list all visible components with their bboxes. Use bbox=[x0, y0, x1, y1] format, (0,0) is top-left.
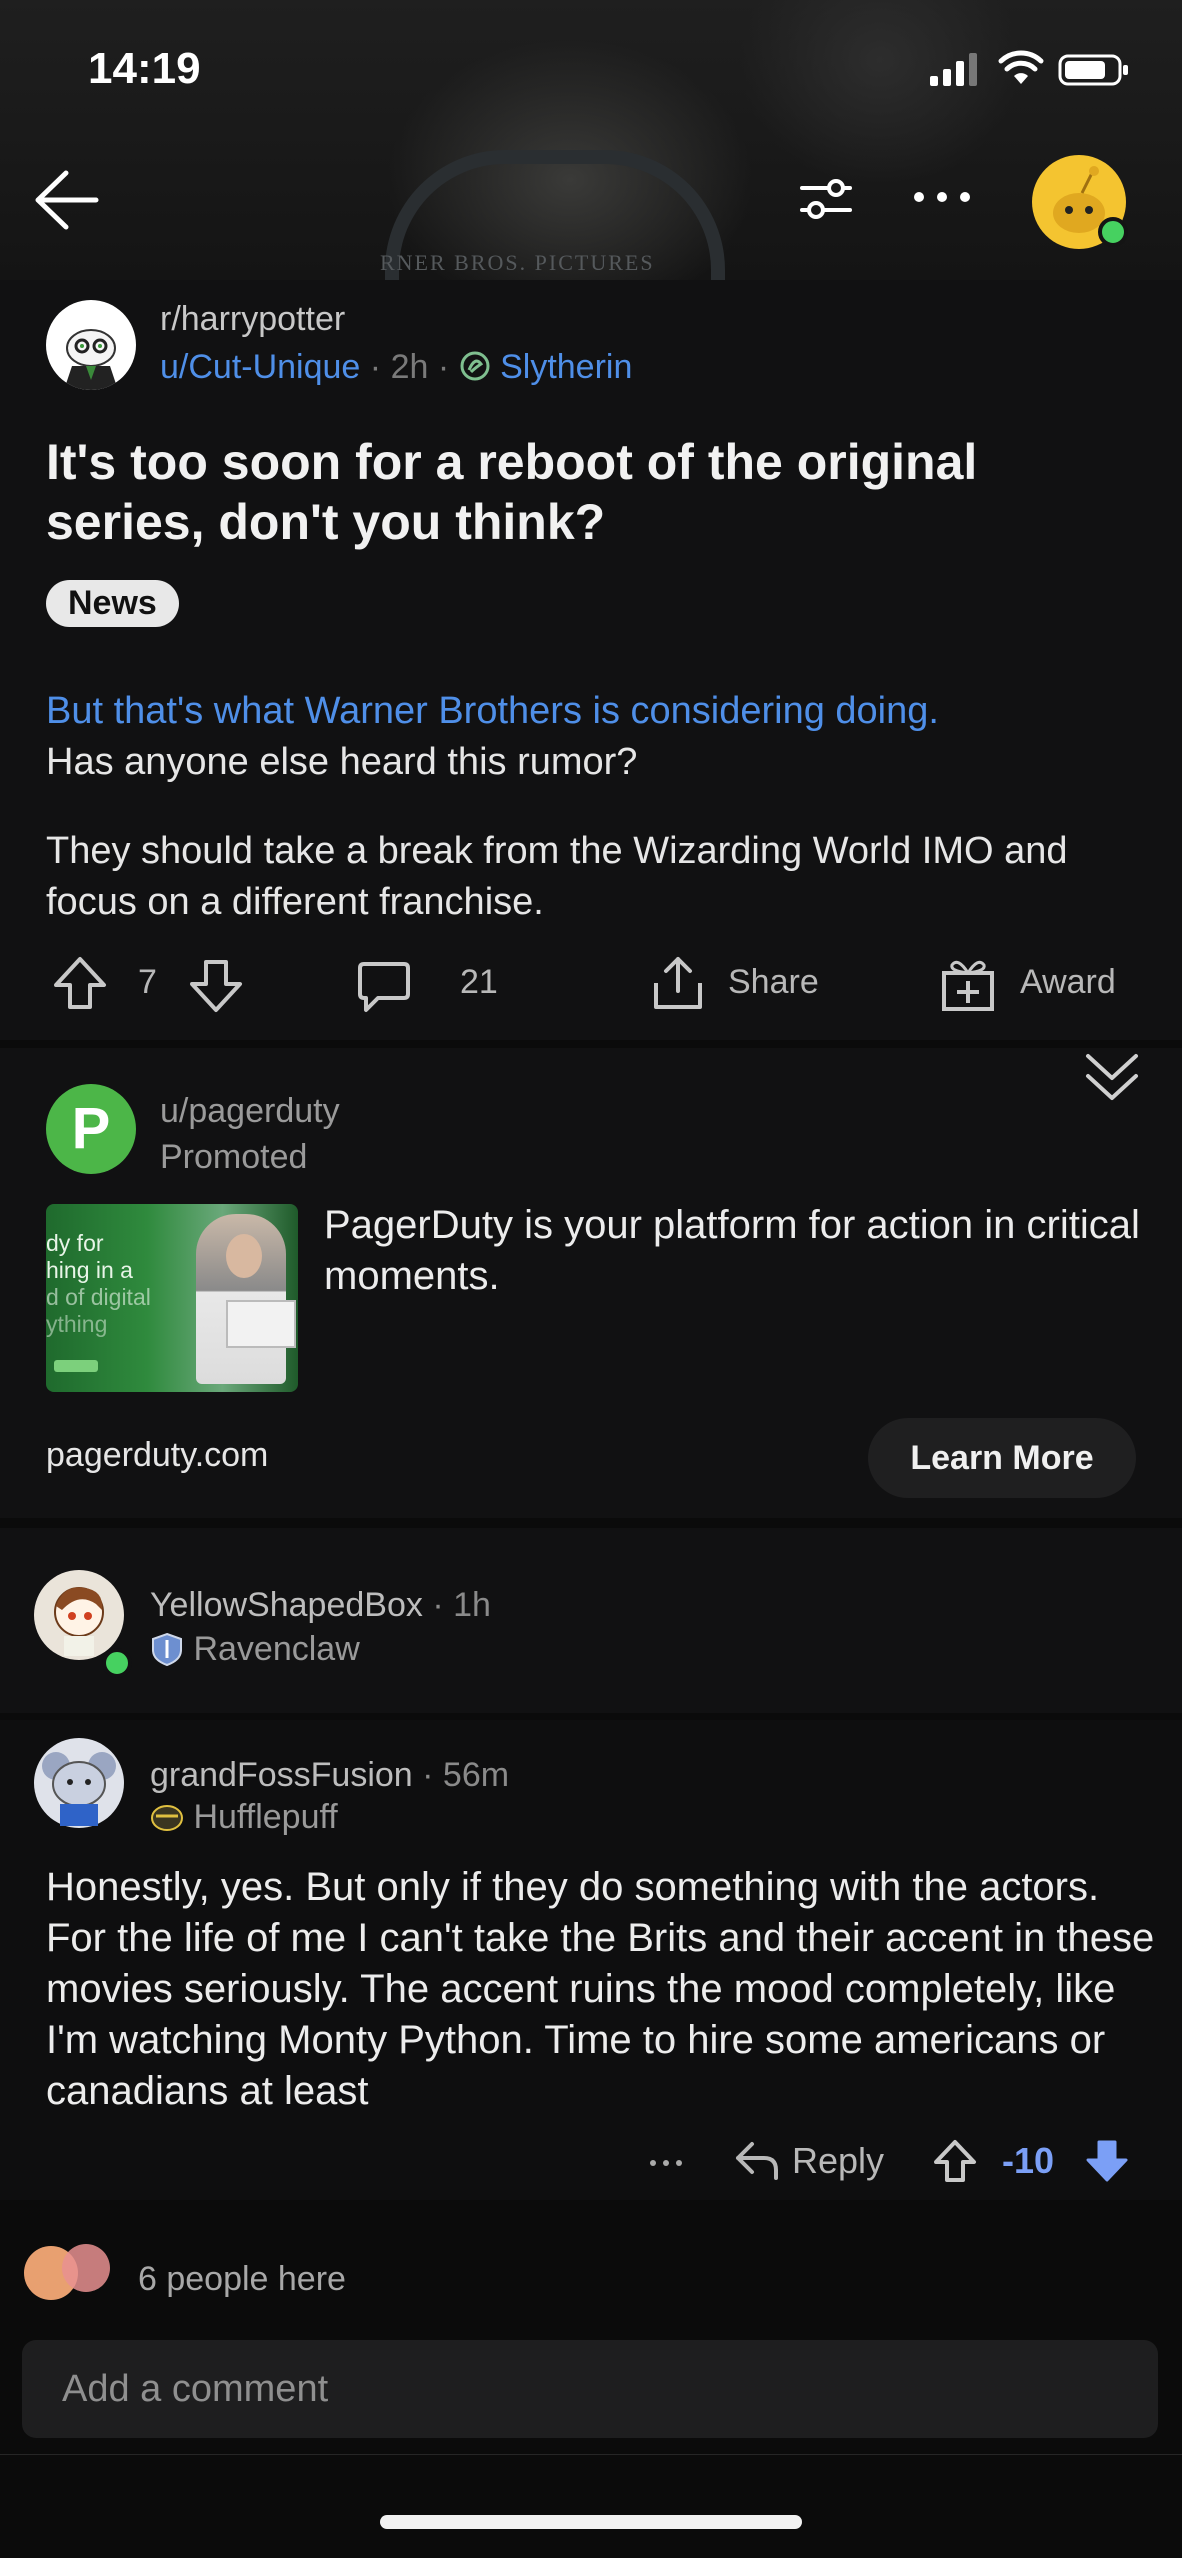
comment-upvote-icon[interactable] bbox=[932, 2138, 978, 2184]
meta-separator: · bbox=[369, 348, 391, 386]
comment-icon[interactable] bbox=[356, 958, 412, 1014]
share-label[interactable]: Share bbox=[728, 963, 819, 1002]
comment-body: Honestly, yes. But only if they do somet… bbox=[46, 1865, 1155, 2113]
home-indicator[interactable] bbox=[380, 2515, 802, 2529]
ad-headline[interactable]: PagerDuty is your platform for action in… bbox=[324, 1200, 1144, 1302]
online-status-dot bbox=[1098, 217, 1128, 247]
comment-flair: Hufflepuff bbox=[193, 1798, 338, 1836]
back-arrow-icon[interactable] bbox=[30, 165, 100, 235]
online-status-dot bbox=[102, 1648, 132, 1678]
comment-author[interactable]: YellowShapedBox bbox=[150, 1586, 423, 1624]
ad-image-laptop bbox=[226, 1300, 296, 1348]
comment-more-icon[interactable] bbox=[648, 2158, 684, 2168]
post-age: 2h bbox=[390, 348, 429, 386]
subreddit-name[interactable]: r/harrypotter bbox=[160, 300, 345, 339]
ad-image-button-shape bbox=[54, 1360, 98, 1372]
ad-image-line: d of digital bbox=[46, 1284, 151, 1310]
snoo-koala-avatar-icon bbox=[42, 1752, 116, 1826]
more-options-icon[interactable] bbox=[912, 190, 972, 204]
slytherin-crest-icon bbox=[460, 351, 490, 381]
award-label[interactable]: Award bbox=[1020, 963, 1116, 1002]
divider bbox=[0, 2454, 1182, 2455]
comment-author-line: YellowShapedBox · 1h bbox=[150, 1586, 491, 1624]
learn-more-button[interactable]: Learn More bbox=[868, 1418, 1136, 1498]
banner-text: RNER BROS. PICTURES bbox=[380, 250, 655, 275]
post-body-paragraph: But that's what Warner Brothers is consi… bbox=[46, 686, 1146, 788]
commenter-avatar[interactable] bbox=[34, 1570, 124, 1660]
share-icon[interactable] bbox=[650, 955, 706, 1013]
comment-downvote-active-icon[interactable] bbox=[1084, 2138, 1130, 2184]
comment-flair-line: Ravenclaw bbox=[150, 1630, 360, 1669]
upvote-icon[interactable] bbox=[52, 955, 108, 1011]
comment-score: -10 bbox=[1002, 2140, 1054, 2182]
snoo-girl-avatar-icon bbox=[54, 1587, 104, 1656]
hufflepuff-crest-icon bbox=[151, 1805, 183, 1831]
post-flair-badge[interactable]: News bbox=[46, 580, 179, 627]
subreddit-avatar[interactable] bbox=[46, 300, 136, 390]
post-meta-line: u/Cut-Unique · 2h · Slytherin bbox=[160, 348, 632, 387]
post-title[interactable]: It's too soon for a reboot of the origin… bbox=[46, 432, 1126, 552]
reply-arrow-icon[interactable] bbox=[734, 2138, 780, 2182]
ad-image-line: hing in a bbox=[46, 1257, 133, 1283]
comment-age: 1h bbox=[453, 1586, 491, 1624]
ad-image-line: ything bbox=[46, 1311, 108, 1337]
vote-count: 7 bbox=[138, 963, 157, 1001]
promoted-label: Promoted bbox=[160, 1138, 308, 1176]
ad-username[interactable]: u/pagerduty bbox=[160, 1092, 340, 1131]
comment-flair: Ravenclaw bbox=[193, 1630, 360, 1668]
post-body-line: Has anyone else heard this rumor? bbox=[46, 741, 638, 783]
post-author[interactable]: u/Cut-Unique bbox=[160, 348, 360, 386]
wifi-icon bbox=[998, 50, 1044, 84]
comment-age: 56m bbox=[442, 1756, 510, 1794]
ad-image-text: dy for hing in a d of digital ything bbox=[46, 1230, 151, 1338]
present-user-avatar bbox=[62, 2244, 110, 2292]
comment-author-line: grandFossFusion · 56m bbox=[150, 1756, 510, 1794]
post-body-link[interactable]: But that's what Warner Brothers is consi… bbox=[46, 690, 939, 732]
cellular-signal-icon bbox=[930, 53, 977, 86]
status-bar-time: 14:19 bbox=[88, 44, 201, 93]
add-comment-input[interactable] bbox=[22, 2340, 1158, 2438]
comment-score-value: -10 bbox=[1002, 2140, 1055, 2181]
post-body-paragraph-2: They should take a break from the Wizard… bbox=[46, 830, 1068, 923]
people-here-count: 6 people here bbox=[138, 2260, 346, 2298]
comment-flair-line: Hufflepuff bbox=[150, 1798, 338, 1837]
downvote-icon[interactable] bbox=[188, 958, 244, 1014]
meta-separator: · bbox=[437, 348, 459, 386]
user-flair: Slytherin bbox=[500, 348, 633, 386]
award-gift-icon[interactable] bbox=[940, 955, 996, 1013]
ad-image-face bbox=[226, 1234, 262, 1278]
battery-icon bbox=[1058, 54, 1128, 86]
comment-author[interactable]: grandFossFusion bbox=[150, 1756, 413, 1794]
ravenclaw-crest-icon bbox=[152, 1632, 182, 1667]
sort-filter-icon[interactable] bbox=[800, 178, 852, 222]
collapse-chevron-icon[interactable] bbox=[1082, 1050, 1142, 1104]
reply-button[interactable]: Reply bbox=[792, 2140, 884, 2182]
snoo-harrypotter-icon bbox=[64, 329, 118, 390]
user-avatar[interactable] bbox=[1032, 155, 1128, 249]
ad-image-line: dy for bbox=[46, 1230, 104, 1256]
comment-count[interactable]: 21 bbox=[460, 963, 498, 1002]
ad-domain[interactable]: pagerduty.com bbox=[46, 1436, 268, 1475]
commenter-avatar[interactable] bbox=[34, 1738, 124, 1828]
ad-image[interactable]: dy for hing in a d of digital ything bbox=[46, 1204, 298, 1392]
pagerduty-avatar[interactable]: P bbox=[46, 1084, 136, 1174]
